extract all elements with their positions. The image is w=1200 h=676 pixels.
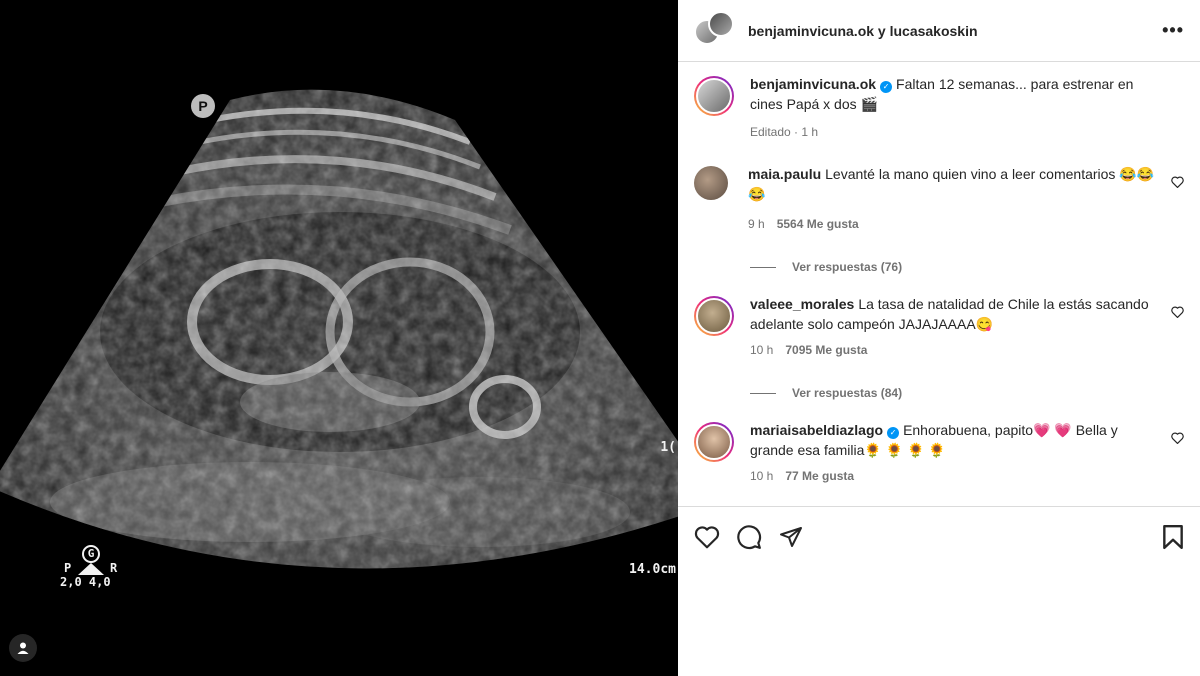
comments-list[interactable]: benjaminvicuna.ok ✓ Faltan 12 semanas... p… (678, 62, 1200, 506)
view-replies-button[interactable]: Ver respuestas (84) (750, 386, 1184, 400)
divider (750, 392, 776, 394)
verified-icon: ✓ (887, 427, 900, 439)
gain-indicator: G (82, 545, 100, 563)
depth-readout: 14.0cm (629, 562, 676, 577)
comment-username[interactable]: valeee_morales (750, 296, 854, 312)
avatar[interactable] (694, 166, 728, 200)
comment-username[interactable]: mariaisabeldiazlago (750, 422, 883, 438)
heart-icon[interactable] (1171, 306, 1184, 321)
comment-likes[interactable]: 5564 Me gusta (777, 217, 859, 231)
heart-icon[interactable] (694, 525, 720, 549)
post-header: benjaminvicuna.ok y lucasakoskin ••• (678, 0, 1200, 62)
replies-label: Ver respuestas (76) (792, 260, 903, 274)
heart-icon[interactable] (1171, 176, 1184, 191)
post-media[interactable]: P 1( 14.0cm G P R 2,0 4,0 (0, 0, 678, 676)
collab-avatars[interactable] (694, 10, 734, 51)
more-options-icon[interactable]: ••• (1162, 20, 1184, 41)
user-icon[interactable] (9, 634, 37, 662)
post-authors[interactable]: benjaminvicuna.ok y lucasakoskin (748, 23, 1162, 39)
caption-meta: Editado · 1 h (750, 125, 819, 139)
replies-label: Ver respuestas (84) (792, 386, 903, 400)
comment-time: 10 h (750, 343, 774, 357)
post-caption: benjaminvicuna.ok ✓ Faltan 12 semanas... p… (694, 74, 1184, 142)
depth-marker: 1( (660, 440, 676, 455)
comment-meta: 9 h 5564 Me gusta (748, 214, 1160, 234)
probe-p-label: P (64, 561, 72, 575)
comment-meta: 10 h 7095 Me gusta (750, 340, 1160, 360)
comment-time: 9 h (748, 217, 765, 231)
probe-settings: G P R 2,0 4,0 (60, 545, 130, 589)
avatar[interactable] (694, 422, 734, 462)
caption-username[interactable]: benjaminvicuna.ok (750, 76, 876, 92)
verified-icon: ✓ (880, 81, 893, 93)
comment-username[interactable]: maia.paulu (748, 166, 821, 182)
ultrasound-scan (0, 89, 678, 569)
post-panel: benjaminvicuna.ok y lucasakoskin ••• ben… (678, 0, 1200, 676)
orientation-marker: P (191, 94, 215, 118)
divider (750, 266, 776, 268)
view-replies-button[interactable]: Ver respuestas (76) (750, 260, 1184, 274)
avatar[interactable] (694, 296, 734, 336)
ultrasound-image: P 1( 14.0cm G P R 2,0 4,0 (0, 82, 678, 597)
action-bar (678, 506, 1200, 566)
list-item: valeee_morales La tasa de natalidad de Ch… (694, 294, 1184, 360)
comment-meta: 10 h 77 Me gusta (750, 466, 1160, 486)
heart-icon[interactable] (1171, 432, 1184, 447)
avatar[interactable] (694, 76, 734, 116)
comment-time: 10 h (750, 469, 774, 483)
share-icon[interactable] (778, 525, 804, 549)
list-item: maia.paulu Levanté la mano quien vino a l… (694, 164, 1184, 234)
probe-r-label: R (110, 561, 118, 575)
probe-triangle-icon (78, 563, 104, 575)
comment-likes[interactable]: 77 Me gusta (785, 469, 854, 483)
avatar (708, 10, 734, 37)
bookmark-icon[interactable] (1162, 524, 1184, 550)
probe-values: 2,0 4,0 (60, 575, 111, 589)
list-item: mariaisabeldiazlago ✓ Enhorabuena, papito💗… (694, 420, 1184, 486)
comment-likes[interactable]: 7095 Me gusta (785, 343, 867, 357)
comment-icon[interactable] (736, 524, 762, 550)
